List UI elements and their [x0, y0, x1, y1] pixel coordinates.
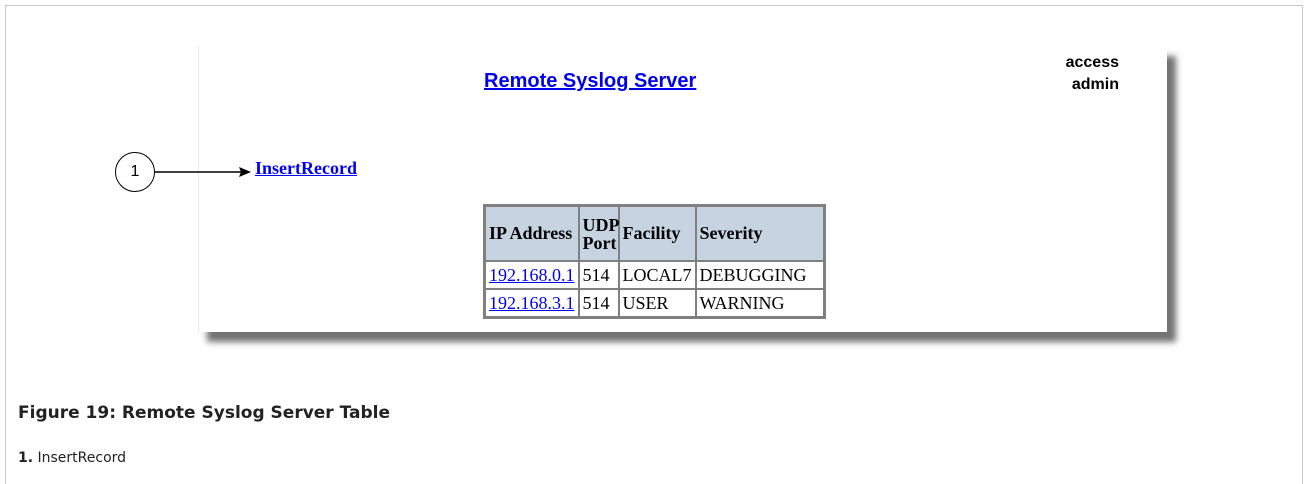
figure-legend: 1. InsertRecord — [18, 450, 126, 466]
cell-severity: DEBUGGING — [695, 261, 824, 289]
insert-record-link[interactable]: InsertRecord — [255, 158, 357, 179]
callout-arrow-icon — [155, 167, 251, 177]
column-header-facility: Facility — [618, 206, 696, 261]
access-label: access — [1065, 54, 1119, 71]
legend-number: 1. — [18, 450, 34, 466]
table-header-row: IP Address UDP Port Facility Severity — [485, 206, 824, 261]
column-header-ip-address: IP Address — [485, 206, 579, 261]
page-title-link[interactable]: Remote Syslog Server — [484, 70, 696, 93]
cell-facility: LOCAL7 — [618, 261, 696, 289]
cell-severity: WARNING — [695, 289, 824, 317]
syslog-server-table: IP Address UDP Port Facility Severity 19… — [483, 204, 826, 319]
column-header-severity: Severity — [695, 206, 824, 261]
cell-ip-address: 192.168.3.1 — [485, 289, 579, 317]
callout-marker: 1 — [115, 152, 155, 192]
screenshot-panel: Remote Syslog Server access admin Insert… — [198, 46, 1167, 332]
cell-ip-address: 192.168.0.1 — [485, 261, 579, 289]
cell-udp-port: 514 — [578, 261, 619, 289]
access-value: admin — [1071, 76, 1119, 93]
ip-address-link[interactable]: 192.168.3.1 — [489, 293, 575, 313]
ip-address-link[interactable]: 192.168.0.1 — [489, 265, 575, 285]
cell-facility: USER — [618, 289, 696, 317]
column-header-udp-port: UDP Port — [578, 206, 619, 261]
figure-frame-sides — [5, 385, 1303, 484]
legend-text: InsertRecord — [37, 450, 127, 466]
cell-udp-port: 514 — [578, 289, 619, 317]
figure-caption: Figure 19: Remote Syslog Server Table — [18, 403, 391, 423]
access-level: access admin — [1066, 52, 1119, 96]
table-row: 192.168.3.1 514 USER WARNING — [485, 289, 824, 317]
column-header-udp-port-text: UDP Port — [582, 214, 619, 253]
table-row: 192.168.0.1 514 LOCAL7 DEBUGGING — [485, 261, 824, 289]
